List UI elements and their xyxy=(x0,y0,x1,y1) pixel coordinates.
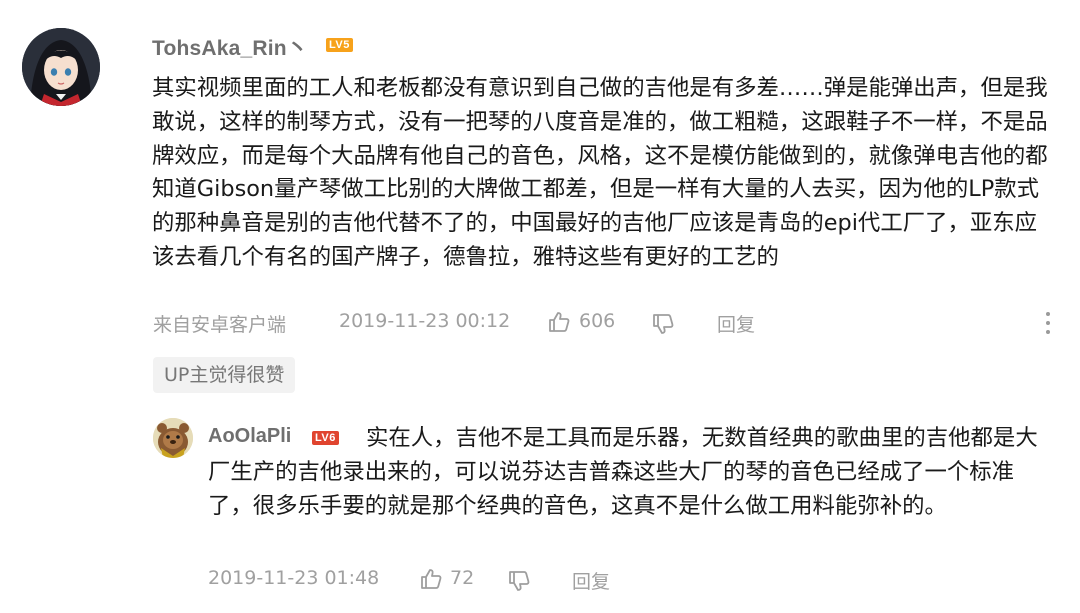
reply-text: 实在人，吉他不是工具而是乐器，无数首经典的歌曲里的吉他都是大厂生产的吉他录出来的… xyxy=(208,425,1038,519)
reply-user-avatar[interactable] xyxy=(153,418,193,458)
thumbs-down-icon[interactable] xyxy=(507,569,531,593)
comment-meta-row: 来自安卓客户端 2019-11-23 00:12 606 回复 xyxy=(0,310,1080,340)
up-liked-badge: UP主觉得很赞 xyxy=(153,357,296,393)
comment-username[interactable]: TohsAka_Rin丶 xyxy=(152,32,308,62)
comment-timestamp: 2019-11-23 00:12 xyxy=(339,310,511,332)
like-count: 606 xyxy=(579,310,616,332)
comment-thread: TohsAka_Rin丶 LV5 其实视频里面的工人和老板都没有意识到自己做的吉… xyxy=(0,0,1080,613)
reply-reply-button[interactable]: 回复 xyxy=(572,567,610,594)
comment-text: 其实视频里面的工人和老板都没有意识到自己做的吉他是有多差……弹是能弹出声，但是我… xyxy=(152,75,1048,270)
client-source: 来自安卓客户端 xyxy=(153,314,287,336)
user-avatar[interactable] xyxy=(22,28,100,106)
reply-like-count: 72 xyxy=(450,567,475,589)
thumbs-up-icon[interactable] xyxy=(419,567,443,591)
avatar-portrait-icon xyxy=(22,28,100,106)
reply-timestamp: 2019-11-23 01:48 xyxy=(208,567,380,589)
more-options-icon[interactable] xyxy=(1040,312,1056,340)
avatar-mascot-icon xyxy=(153,418,193,458)
level-badge: LV5 xyxy=(326,38,353,52)
reply-meta-row: 2019-11-23 01:48 72 回复 xyxy=(0,567,1080,597)
reply-button[interactable]: 回复 xyxy=(717,310,755,337)
thumbs-up-icon[interactable] xyxy=(547,310,571,334)
thumbs-down-icon[interactable] xyxy=(651,312,675,336)
